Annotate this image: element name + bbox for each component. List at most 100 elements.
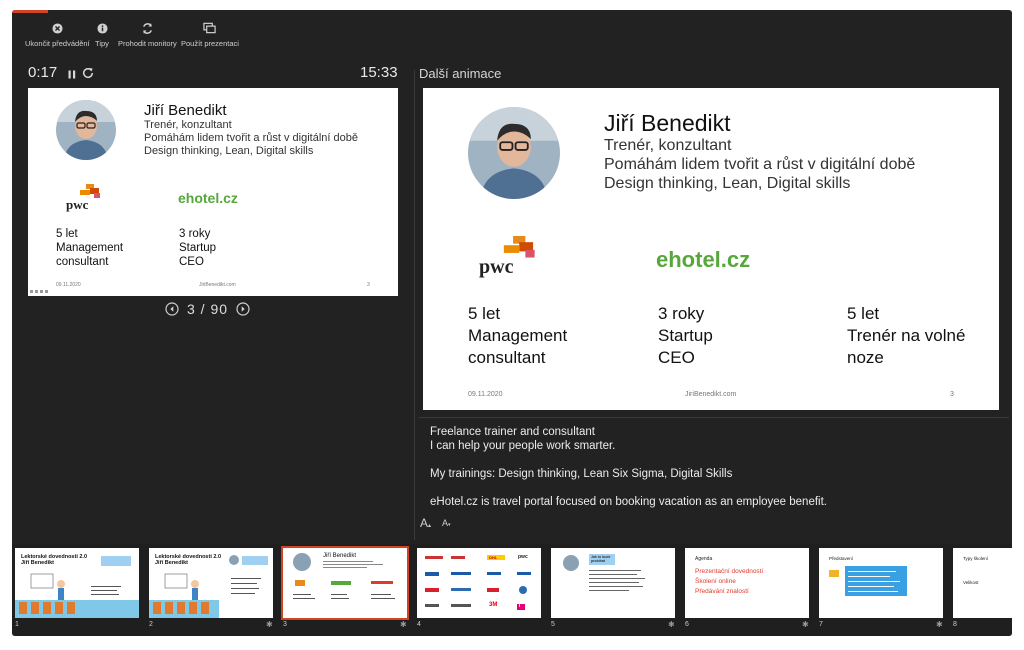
clock: 15:33	[360, 64, 398, 81]
pen-icon	[30, 290, 33, 293]
slide-date: 09.11.2020	[56, 282, 81, 288]
stat-freelance-line: Trenér na volné	[847, 326, 966, 345]
pwc-logo: pwc	[64, 184, 104, 215]
slide-site: JiriBenedikt.com	[199, 282, 236, 288]
stat-pwc-line: consultant	[56, 256, 109, 268]
pause-icon	[68, 70, 76, 79]
thumbnail-number: 3	[283, 621, 287, 628]
pwc-wordmark: pwc	[66, 197, 89, 212]
caret-up-icon: ▴	[428, 523, 432, 529]
animation-star-icon: ✱	[400, 620, 407, 629]
stat-ehotel: 3 roky Startup CEO	[658, 303, 713, 369]
thumb-hand-icon	[829, 570, 839, 577]
thumb-logo-text: 3M	[489, 602, 498, 608]
swap-monitors-label: Prohodit monitory	[118, 39, 177, 48]
thumb-logo-text: DHL	[489, 555, 498, 560]
toolbar: Ukončit předvádění Tipy Prohodit monitor…	[12, 21, 1012, 61]
thumbnail-number: 8	[953, 621, 957, 628]
stat-pwc-line: Management	[56, 242, 124, 254]
end-show-button[interactable]: Ukončit předvádění	[25, 21, 90, 48]
thumb-photo	[229, 555, 239, 565]
stat-freelance: 5 let Trenér na volné noze	[847, 303, 965, 369]
info-icon	[95, 21, 109, 35]
close-circle-icon	[50, 21, 64, 35]
thumb-text-line	[848, 571, 896, 572]
increase-font-button[interactable]: A▴	[420, 516, 431, 530]
swap-arrows-icon	[140, 21, 154, 35]
notes-splitter[interactable]	[419, 417, 1009, 418]
zoom-icon	[45, 290, 48, 293]
stat-pwc-line: 5 let	[468, 304, 501, 323]
thumbnail-number: 1	[15, 621, 19, 628]
caret-down-icon: ▾	[448, 522, 451, 528]
thumbnail-8[interactable]: Typy školení Velikost	[953, 548, 1012, 618]
thumb-text-line	[323, 561, 373, 562]
animation-star-icon: ✱	[266, 620, 273, 629]
thumbnail-3[interactable]: Jiří Benedikt	[281, 546, 409, 620]
stat-freelance-line: 5 let	[847, 304, 880, 323]
notes-line: eHotel.cz is travel portal focused on bo…	[430, 496, 827, 508]
thumb-callout	[101, 556, 131, 566]
stat-freelance-line: noze	[847, 348, 884, 367]
thumbnail-number: 6	[685, 621, 689, 628]
thumb-callout	[242, 556, 268, 565]
thumbnail-4[interactable]: DHL pwc 3M T	[417, 548, 541, 618]
use-presentation-button[interactable]: Použít prezentaci	[181, 21, 239, 48]
animation-star-icon: ✱	[668, 620, 675, 629]
slide-tools[interactable]	[30, 290, 50, 293]
thumb-ehotel-logo	[331, 581, 351, 585]
swap-monitors-button[interactable]: Prohodit monitory	[118, 21, 177, 48]
pane-splitter[interactable]	[414, 70, 415, 540]
tips-button[interactable]: Tipy	[95, 21, 109, 48]
end-show-label: Ukončit předvádění	[25, 39, 90, 48]
thumb-text-line	[848, 586, 894, 587]
slide-navigation: 3 / 90	[165, 300, 250, 318]
pause-timer-button[interactable]	[67, 67, 77, 85]
animation-star-icon: ✱	[802, 620, 809, 629]
tips-label: Tipy	[95, 39, 109, 48]
stat-ehotel-line: Startup	[179, 242, 217, 254]
ehotel-logo: ehotel.cz	[178, 190, 238, 206]
stat-pwc-line: consultant	[468, 348, 546, 367]
thumb-text-line	[589, 590, 629, 591]
accent-bar	[12, 10, 48, 13]
thumbnail-7[interactable]: Představení	[819, 548, 943, 618]
slide-number: 3	[367, 282, 370, 288]
thumb-callout-text: Jak to bude probíhat	[591, 555, 611, 563]
thumbnail-number: 7	[819, 621, 823, 628]
thumb-text-line	[848, 591, 898, 592]
speaker-notes[interactable]: Freelance trainer and consultant I can h…	[430, 425, 1000, 509]
decrease-font-button[interactable]: A▾	[442, 518, 451, 528]
thumbnail-5[interactable]: Jak to bude probíhat	[551, 548, 675, 618]
window-icon	[203, 21, 217, 35]
thumb-text-line	[323, 567, 367, 568]
use-presentation-label: Použít prezentaci	[181, 39, 239, 48]
stat-ehotel-line: 3 roky	[658, 304, 705, 323]
next-slide-preview: Jiří Benedikt Trenér, konzultant Pomáhám…	[423, 88, 999, 410]
next-slide-button[interactable]	[236, 302, 250, 316]
thumb-illustration	[149, 573, 261, 618]
stat-ehotel-line: CEO	[179, 256, 204, 268]
thumb-logo-text: T	[518, 603, 522, 609]
reset-timer-button[interactable]	[82, 66, 94, 84]
slide-line-2: Pomáhám lidem tvořit a růst v digitální …	[604, 156, 916, 173]
thumbnail-1[interactable]: Lektorské dovednosti 2.0 Jiří Benedikt	[15, 548, 139, 618]
notes-line: Freelance trainer and consultant	[430, 426, 595, 438]
increase-font-label: A	[420, 516, 429, 530]
page-indicator: 3 / 90	[187, 301, 229, 317]
thumb-agenda-item: Předávání znalostí	[695, 588, 749, 595]
thumb-subtitle: Jiří Benedikt	[21, 560, 55, 566]
stat-pwc-line: Management	[468, 326, 568, 345]
thumbnail-2[interactable]: Lektorské dovednosti 2.0 Jiří Benedikt	[149, 548, 273, 618]
stat-ehotel-line: Startup	[658, 326, 713, 345]
slide-line-1: Trenér, konzultant	[144, 119, 232, 131]
thumbnail-6[interactable]: Agenda Prezentační dovednosti Školení on…	[685, 548, 809, 618]
prev-slide-button[interactable]	[165, 302, 179, 316]
slide-line-2: Pomáhám lidem tvořit a růst v digitální …	[144, 132, 358, 144]
presenter-view: Ukončit předvádění Tipy Prohodit monitor…	[12, 10, 1012, 636]
ehotel-logo: ehotel.cz	[656, 247, 751, 272]
thumb-text-line	[371, 598, 395, 599]
thumbnail-number: 4	[417, 621, 421, 628]
thumb-text-line	[371, 594, 391, 595]
thumb-text-line	[293, 594, 311, 595]
